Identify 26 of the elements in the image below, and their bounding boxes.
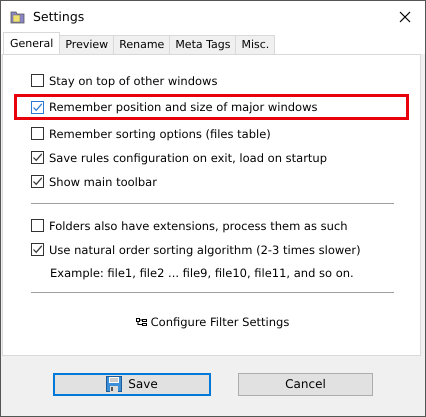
tab[interactable]: General: [3, 32, 60, 54]
option-label[interactable]: Remember sorting options (files table): [49, 126, 271, 140]
tree-icon: [136, 318, 147, 326]
option-label[interactable]: Save rules configuration on exit, load on startup: [49, 150, 328, 164]
option-label[interactable]: Use natural order sorting algorithm (2-3 times slower): [49, 242, 361, 256]
tab[interactable]: Rename: [113, 35, 170, 54]
checkbox[interactable]: [31, 219, 44, 232]
tab[interactable]: Misc.: [235, 35, 276, 54]
checkbox[interactable]: [31, 100, 44, 114]
option-label[interactable]: Stay on top of other windows: [49, 74, 218, 88]
option-label[interactable]: Show main toolbar: [49, 174, 157, 188]
window-title: Settings: [33, 9, 86, 24]
configure-filter-link[interactable]: Configure Filter Settings: [136, 315, 290, 329]
close-icon[interactable]: [399, 10, 411, 22]
checkbox[interactable]: [31, 175, 44, 188]
save-button[interactable]: Save: [53, 372, 211, 396]
checkbox[interactable]: [31, 243, 44, 256]
cancel-button[interactable]: Cancel: [238, 372, 373, 396]
checkbox[interactable]: [31, 74, 44, 87]
tab[interactable]: Meta Tags: [169, 35, 236, 54]
example-note: Example: file1, file2 ... file9, file10, file11, and so on.: [49, 266, 355, 280]
checkbox[interactable]: [31, 127, 44, 140]
option-label[interactable]: Remember position and size of major windows: [49, 100, 318, 114]
option-label[interactable]: Folders also have extensions, process them as such: [49, 218, 348, 232]
tab[interactable]: Preview: [59, 35, 114, 54]
checkbox[interactable]: [31, 151, 44, 164]
